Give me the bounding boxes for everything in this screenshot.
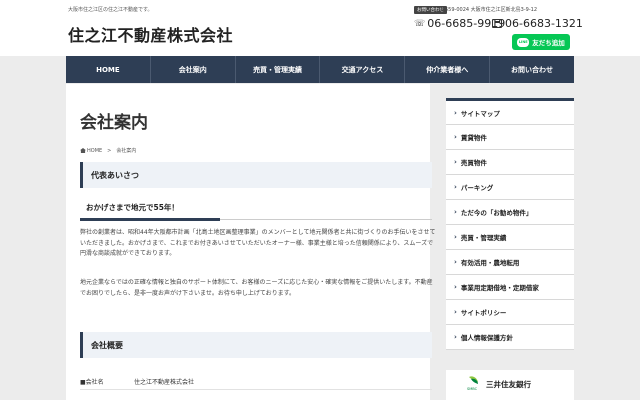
phone-icon: ☏ [414,18,426,29]
header-tagline: 大阪市住之江区の住之江不動産です。 [68,7,153,13]
bank-name: 三井住友銀行 [486,380,531,389]
home-icon [80,148,86,153]
sidebar-item-label: 売買物件 [460,159,487,167]
smbc-logo: SMBC [467,376,478,391]
chevron-right-icon: › [454,183,457,191]
sidebar-item-sale[interactable]: › 売買物件 [446,150,574,175]
sidebar-item-policy[interactable]: › サイトポリシー [446,300,574,325]
overview-heading: 会社概要 [80,332,432,358]
sidebar-item-label: 事業用定期借地・定期借家 [460,284,539,292]
fax-number: 06-6683-1321 [492,17,583,30]
chevron-right-icon: › [454,258,457,266]
breadcrumb-current: 会社案内 [116,148,137,154]
sidebar-item-label: 賃貸物件 [460,134,487,142]
sidebar-item-privacy[interactable]: › 個人情報保護方針 [446,325,574,350]
chevron-right-icon: › [454,333,457,341]
fax-icon [492,19,502,28]
sidebar-menu: › サイトマップ › 賃貸物件 › 売買物件 › パーキング › ただ今の「お勧め物件」 … [446,98,574,350]
company-name-row: ■会社名 住之江不動産株式会社 [80,374,432,390]
sidebar-item-label: サイトポリシー [460,309,507,317]
greeting-paragraph-2: 地元企業ならではの正確な情報と独自のサポート体制にて、お客様のニーズに応じた安心… [80,279,433,297]
site-header: 大阪市住之江区の住之江不動産です。 住之江不動産株式会社 お問い合わせ 〒559… [0,0,640,56]
chevron-right-icon: › [454,283,457,291]
sidebar-item-label: ただ今の「お勧め物件」 [460,209,533,217]
page-title: 会社案内 [80,113,148,133]
sidebar-item-recommended[interactable]: › ただ今の「お勧め物件」 [446,200,574,225]
sidebar-item-label: サイトマップ [460,109,500,118]
sidebar-item-parking[interactable]: › パーキング [446,175,574,200]
site-logo[interactable]: 住之江不動産株式会社 [68,22,233,46]
chevron-right-icon: › [454,308,457,316]
company-address: 〒559-0024 大阪市住之江区新北島3-9-12 [440,7,537,13]
greeting-subheading: おかげさまで地元で55年！ [80,202,432,221]
greeting-paragraph-1: 弊社の創業者は、昭和44年大阪都市計画「北島土地区画整理事業」のメンバーとして地… [80,229,436,257]
nav-item-brokers[interactable]: 仲介業者様へ [405,56,491,83]
nav-item-results[interactable]: 売買・管理実績 [236,56,321,83]
sidebar-item-leasehold[interactable]: › 事業用定期借地・定期借家 [446,275,574,300]
sidebar-item-label: 個人情報保護方針 [460,334,513,342]
nav-item-home[interactable]: HOME [66,56,151,83]
line-add-friend-button[interactable]: LINE 友だち追加 [512,34,570,50]
chevron-right-icon: › [454,208,457,216]
chevron-right-icon: › [454,233,457,241]
line-icon: LINE [517,37,530,47]
sidebar-item-label: 有効活用・農地転用 [460,259,520,267]
main-nav: HOME 会社案内 売買・管理実績 交通アクセス 仲介業者様へ お問い合わせ [66,56,574,83]
nav-item-company[interactable]: 会社案内 [151,56,236,83]
sidebar-item-label: 売買・管理実績 [460,234,507,242]
nav-item-contact[interactable]: お問い合わせ [490,56,574,83]
breadcrumb: HOME > 会社案内 [80,147,136,154]
chevron-right-icon: › [454,158,457,166]
breadcrumb-separator: > [107,147,112,154]
fax-text: 06-6683-1321 [505,17,583,30]
nav-item-access[interactable]: 交通アクセス [320,56,406,83]
sidebar-item-label: パーキング [460,184,494,192]
line-button-label: 友だち追加 [532,39,565,47]
bank-banner[interactable]: SMBC 三井住友銀行 [446,370,574,400]
chevron-right-icon: › [454,108,457,117]
sidebar-item-rental[interactable]: › 賃貸物件 [446,125,574,150]
company-name-value: 住之江不動産株式会社 [134,379,195,386]
bank-logo-text: SMBC [467,387,478,391]
sidebar-item-land-use[interactable]: › 有効活用・農地転用 [446,250,574,275]
chevron-right-icon: › [454,133,457,141]
company-name-label: ■会社名 [80,379,104,386]
breadcrumb-home[interactable]: HOME [87,148,102,154]
sidebar-item-sitemap[interactable]: › サイトマップ [446,98,574,125]
greeting-heading: 代表あいさつ [80,162,432,188]
main-content: 会社案内 HOME > 会社案内 代表あいさつ おかげさまで地元で55年！ 弊社… [66,84,435,400]
sidebar-item-results[interactable]: › 売買・管理実績 [446,225,574,250]
